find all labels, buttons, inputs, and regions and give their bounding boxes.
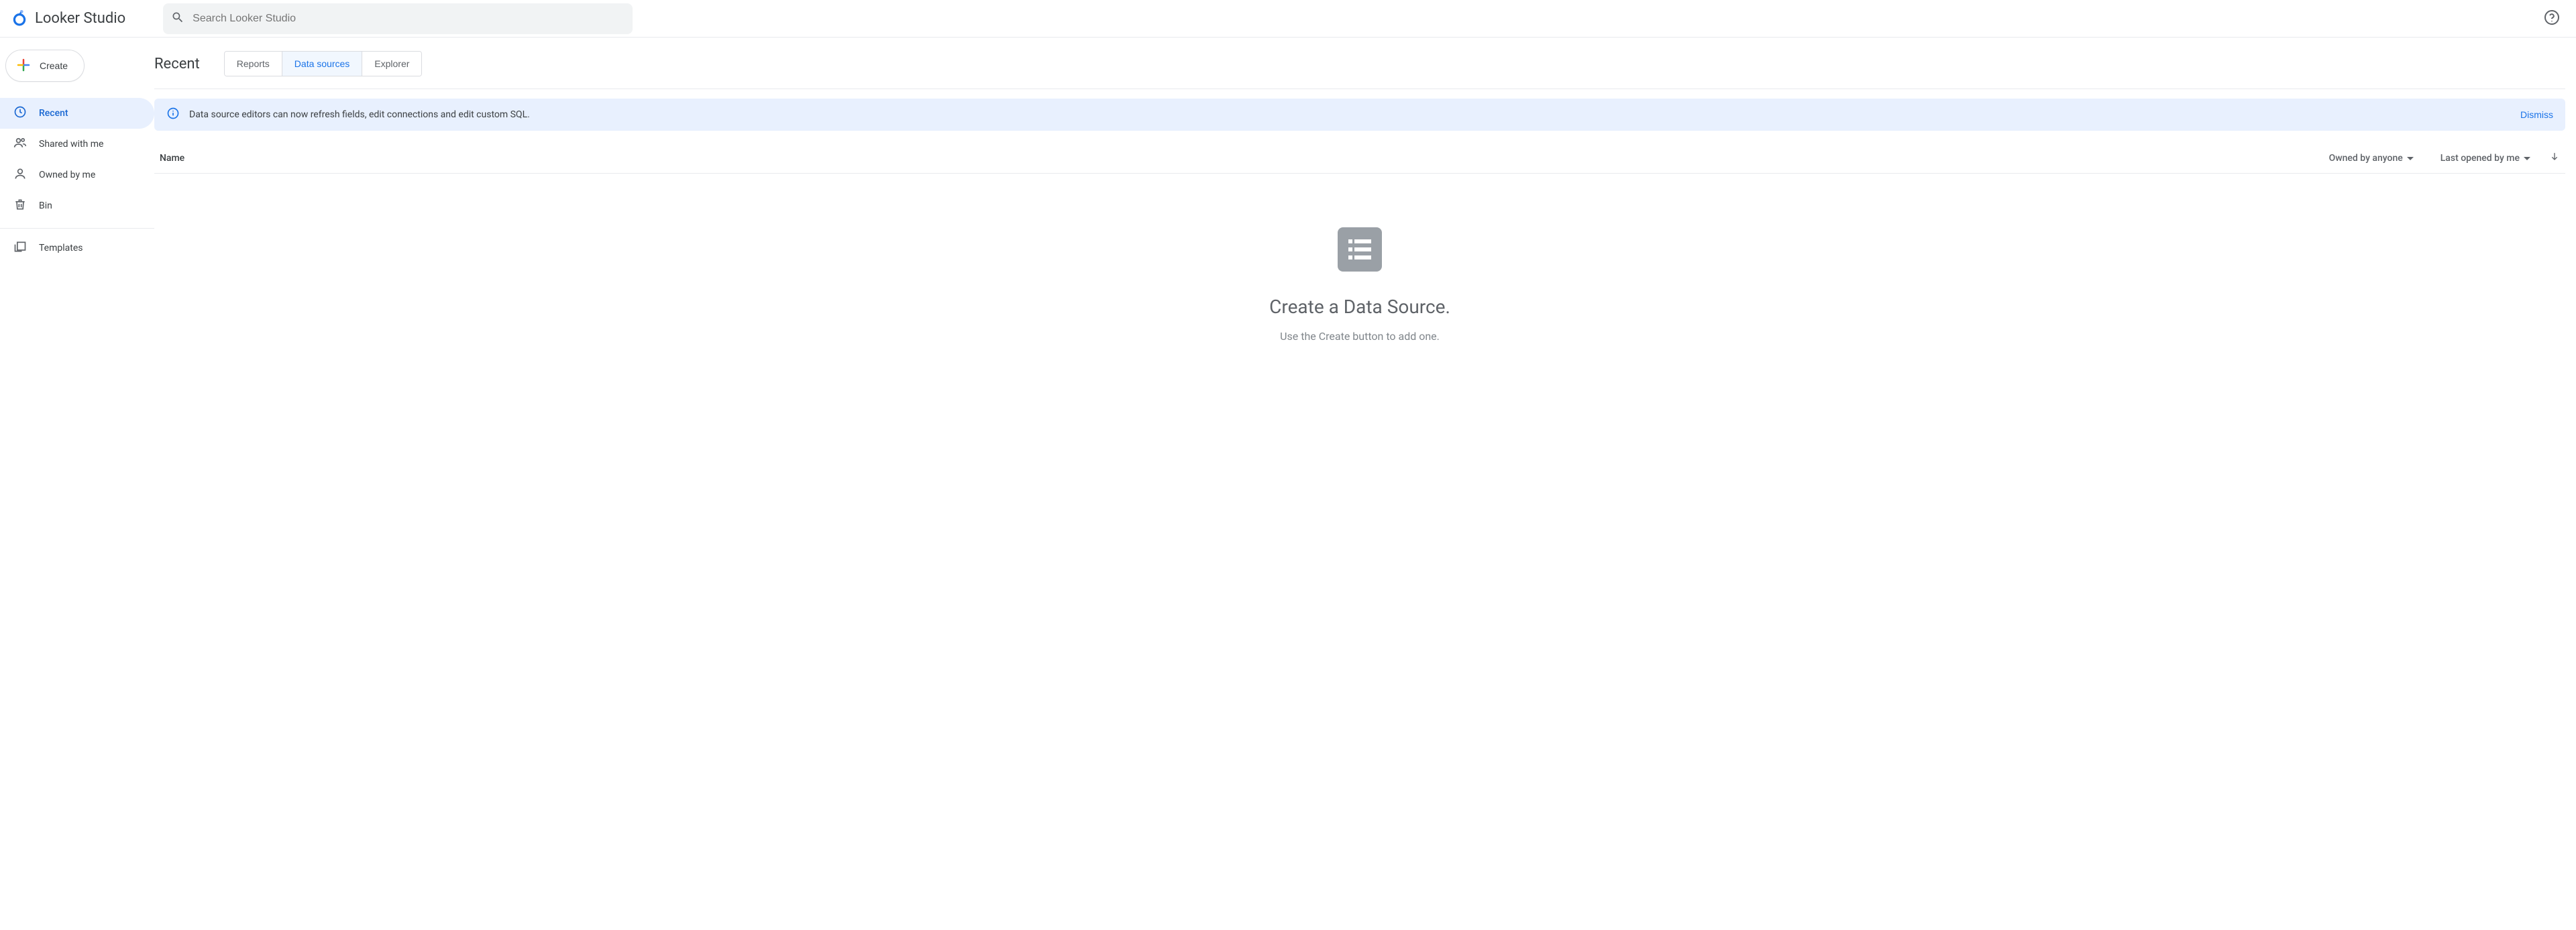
tab-explorer[interactable]: Explorer — [362, 52, 421, 76]
owner-filter-dropdown[interactable]: Owned by anyone — [2329, 153, 2414, 164]
sort-direction-button[interactable] — [2549, 152, 2560, 165]
sidebar-item-label: Shared with me — [39, 139, 103, 150]
info-icon — [166, 107, 180, 123]
sidebar: Create Recent Shared with me Owned by me — [0, 38, 154, 930]
banner-dismiss-button[interactable]: Dismiss — [2520, 109, 2553, 120]
product-logo[interactable]: Looker Studio — [11, 9, 125, 29]
search-icon — [171, 11, 184, 27]
sort-dropdown[interactable]: Last opened by me — [2440, 153, 2530, 164]
search-bar[interactable] — [163, 3, 633, 34]
sidebar-item-label: Owned by me — [39, 170, 95, 180]
help-button[interactable] — [2538, 5, 2565, 32]
sidebar-item-recent[interactable]: Recent — [0, 98, 154, 129]
info-banner: Data source editors can now refresh fiel… — [154, 99, 2565, 131]
empty-state-title: Create a Data Source. — [1269, 296, 1450, 318]
sidebar-nav: Recent Shared with me Owned by me Bin — [0, 98, 154, 264]
person-icon — [13, 167, 27, 183]
sidebar-item-label: Templates — [39, 243, 83, 253]
main-header: Recent Reports Data sources Explorer — [154, 38, 2565, 89]
tab-data-sources[interactable]: Data sources — [282, 52, 362, 76]
sort-label: Last opened by me — [2440, 153, 2520, 164]
create-button-label: Create — [40, 60, 68, 71]
column-name[interactable]: Name — [160, 153, 2302, 164]
sidebar-item-label: Recent — [39, 108, 68, 119]
list-header: Name Owned by anyone Last opened by me — [154, 143, 2565, 174]
plus-icon — [15, 57, 32, 75]
help-icon — [2544, 9, 2560, 28]
product-title: Looker Studio — [35, 10, 125, 27]
data-source-icon — [1338, 227, 1382, 272]
sidebar-item-owned[interactable]: Owned by me — [0, 160, 154, 190]
chevron-down-icon — [2407, 153, 2414, 164]
clock-icon — [13, 105, 27, 121]
app-header: Looker Studio — [0, 0, 2576, 38]
templates-icon — [13, 240, 27, 256]
empty-state-subtitle: Use the Create button to add one. — [1280, 330, 1440, 343]
sidebar-item-bin[interactable]: Bin — [0, 190, 154, 221]
empty-state: Create a Data Source. Use the Create but… — [154, 227, 2565, 343]
sidebar-item-label: Bin — [39, 200, 52, 211]
create-button[interactable]: Create — [5, 50, 85, 82]
arrow-down-icon — [2549, 152, 2560, 165]
sidebar-item-templates[interactable]: Templates — [0, 233, 154, 264]
looker-studio-icon — [11, 9, 28, 29]
banner-text: Data source editors can now refresh fiel… — [189, 109, 2511, 120]
trash-icon — [13, 198, 27, 214]
sidebar-item-shared[interactable]: Shared with me — [0, 129, 154, 160]
search-input[interactable] — [193, 13, 625, 25]
sidebar-divider — [0, 228, 154, 229]
chevron-down-icon — [2524, 153, 2530, 164]
tab-group: Reports Data sources Explorer — [224, 51, 423, 76]
page-title: Recent — [154, 56, 200, 72]
tab-reports[interactable]: Reports — [225, 52, 282, 76]
people-icon — [13, 136, 27, 152]
main-content: Recent Reports Data sources Explorer Dat… — [154, 38, 2576, 930]
owner-filter-label: Owned by anyone — [2329, 153, 2403, 164]
